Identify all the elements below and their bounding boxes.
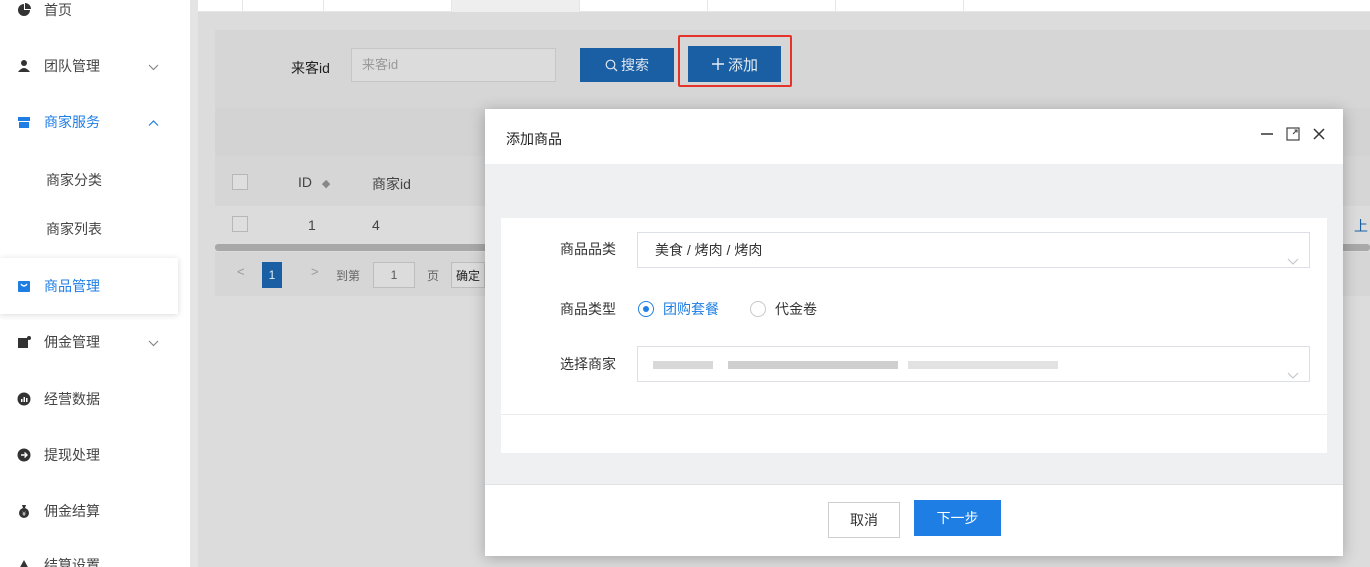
svg-text:¥: ¥ — [22, 511, 26, 518]
withdraw-icon — [17, 448, 31, 462]
search-icon — [605, 59, 618, 72]
goto-label: 到第 — [336, 269, 361, 283]
product-form: 商品品类 美食 / 烤肉 / 烤肉 商品类型 团购套餐 代金卷 选择商家 — [501, 218, 1327, 453]
visitor-id-label: 来客id — [291, 60, 330, 76]
sort-icon[interactable]: ◆ — [322, 178, 330, 190]
sidebar-item-label: 商家分类 — [46, 172, 102, 188]
chevron-down-icon — [1287, 245, 1299, 265]
radio-checked-icon — [638, 301, 654, 317]
chevron-down-icon — [148, 336, 159, 347]
highlight-annotation — [678, 35, 792, 87]
wallet-icon — [17, 335, 31, 349]
type-label: 商品类型 — [560, 301, 616, 317]
minimize-icon[interactable] — [1259, 125, 1275, 143]
row-merchant-id: 4 — [372, 217, 380, 233]
visitor-id-input[interactable]: 来客id — [351, 48, 556, 82]
tab[interactable] — [198, 0, 243, 12]
sidebar-item-label: 结算设置 — [44, 557, 100, 567]
store-icon — [17, 115, 31, 129]
dialog-controls — [1259, 125, 1327, 143]
cancel-button[interactable]: 取消 — [828, 502, 900, 538]
tab[interactable] — [243, 0, 324, 12]
row-checkbox[interactable] — [232, 216, 248, 232]
page-current[interactable]: 1 — [262, 262, 282, 288]
sidebar-item-home[interactable]: 首页 — [0, 0, 178, 38]
sidebar-item-label: 佣金管理 — [44, 334, 100, 350]
sidebar-item-merchant-service[interactable]: 商家服务 — [0, 94, 178, 150]
redacted-text — [908, 361, 1058, 369]
category-select[interactable]: 美食 / 烤肉 / 烤肉 — [637, 232, 1310, 268]
add-product-dialog: 添加商品 商品品类 美食 / 烤肉 / 烤肉 商品类型 团购套餐 代金卷 选择商… — [485, 109, 1343, 556]
type-option-label: 团购套餐 — [663, 301, 719, 317]
sidebar-item-label: 商品管理 — [44, 278, 100, 294]
tab-strip — [198, 0, 1370, 12]
sidebar-divider — [190, 0, 198, 567]
chevron-down-icon — [1287, 359, 1299, 379]
type-radio-group-buy[interactable]: 团购套餐 — [638, 299, 719, 319]
next-page-icon[interactable]: > — [311, 264, 319, 279]
tab[interactable] — [836, 0, 964, 12]
merchant-select[interactable] — [637, 346, 1310, 382]
tab-active[interactable] — [452, 0, 580, 12]
select-all-checkbox[interactable] — [232, 174, 248, 190]
footer-divider — [485, 484, 1343, 485]
sidebar-item-product-management[interactable]: 商品管理 — [0, 258, 178, 314]
sidebar-item-label: 商家列表 — [46, 221, 102, 237]
prev-page-icon[interactable]: < — [237, 264, 245, 279]
goto-page-input[interactable]: 1 — [373, 262, 415, 288]
row-id: 1 — [308, 217, 316, 233]
page-label: 页 — [427, 269, 440, 283]
money-bag-icon: ¥ — [17, 504, 31, 518]
search-button-label: 搜索 — [621, 57, 649, 73]
column-header-merchant-id: 商家id — [372, 176, 411, 192]
row-action-link[interactable]: 上 — [1354, 216, 1368, 236]
sidebar-item-team[interactable]: 团队管理 — [0, 38, 178, 94]
form-divider — [501, 414, 1327, 415]
type-option-label: 代金卷 — [775, 301, 817, 317]
sidebar-item-label: 提现处理 — [44, 447, 100, 463]
bag-icon — [17, 279, 31, 293]
sidebar-item-merchant-category[interactable]: 商家分类 — [0, 152, 178, 208]
tab[interactable] — [324, 0, 452, 12]
sidebar-item-withdrawal[interactable]: 提现处理 — [0, 427, 178, 483]
sidebar-item-commission-management[interactable]: 佣金管理 — [0, 314, 178, 370]
column-header-id[interactable]: ID ◆ — [298, 174, 330, 190]
category-label: 商品品类 — [560, 241, 616, 257]
redacted-text — [728, 361, 898, 369]
close-icon[interactable] — [1311, 125, 1327, 143]
radio-unchecked-icon — [750, 301, 766, 317]
next-step-button[interactable]: 下一步 — [914, 500, 1001, 536]
category-value: 美食 / 烤肉 / 烤肉 — [655, 242, 763, 258]
settings-icon — [17, 558, 31, 567]
sidebar-item-settlement-settings[interactable]: 结算设置 — [0, 537, 178, 567]
dialog-title: 添加商品 — [506, 131, 562, 147]
sidebar-item-commission-settlement[interactable]: ¥ 佣金结算 — [0, 483, 178, 539]
dialog-body: 商品品类 美食 / 烤肉 / 烤肉 商品类型 团购套餐 代金卷 选择商家 — [485, 164, 1343, 484]
search-button[interactable]: 搜索 — [580, 48, 674, 82]
chevron-up-icon — [148, 116, 159, 127]
merchant-label: 选择商家 — [560, 356, 616, 372]
sidebar: 首页 团队管理 商家服务 商家分类 商家列表 商品管理 佣金管理 经营数据 提现… — [0, 0, 190, 567]
type-radio-voucher[interactable]: 代金卷 — [750, 299, 817, 319]
tab[interactable] — [580, 0, 708, 12]
chart-icon — [17, 392, 31, 406]
sidebar-item-label: 商家服务 — [44, 114, 100, 130]
chevron-down-icon — [148, 60, 159, 71]
tab[interactable] — [708, 0, 836, 12]
sidebar-item-merchant-list[interactable]: 商家列表 — [0, 201, 178, 257]
sidebar-item-label: 佣金结算 — [44, 503, 100, 519]
sidebar-item-business-data[interactable]: 经营数据 — [0, 371, 178, 427]
sidebar-item-label: 首页 — [44, 2, 72, 18]
user-icon — [17, 59, 31, 73]
sidebar-item-label: 经营数据 — [44, 391, 100, 407]
pie-chart-icon — [17, 3, 31, 17]
goto-confirm-button[interactable]: 确定 — [451, 262, 485, 288]
redacted-text — [653, 361, 713, 369]
maximize-icon[interactable] — [1285, 125, 1301, 143]
sidebar-item-label: 团队管理 — [44, 58, 100, 74]
